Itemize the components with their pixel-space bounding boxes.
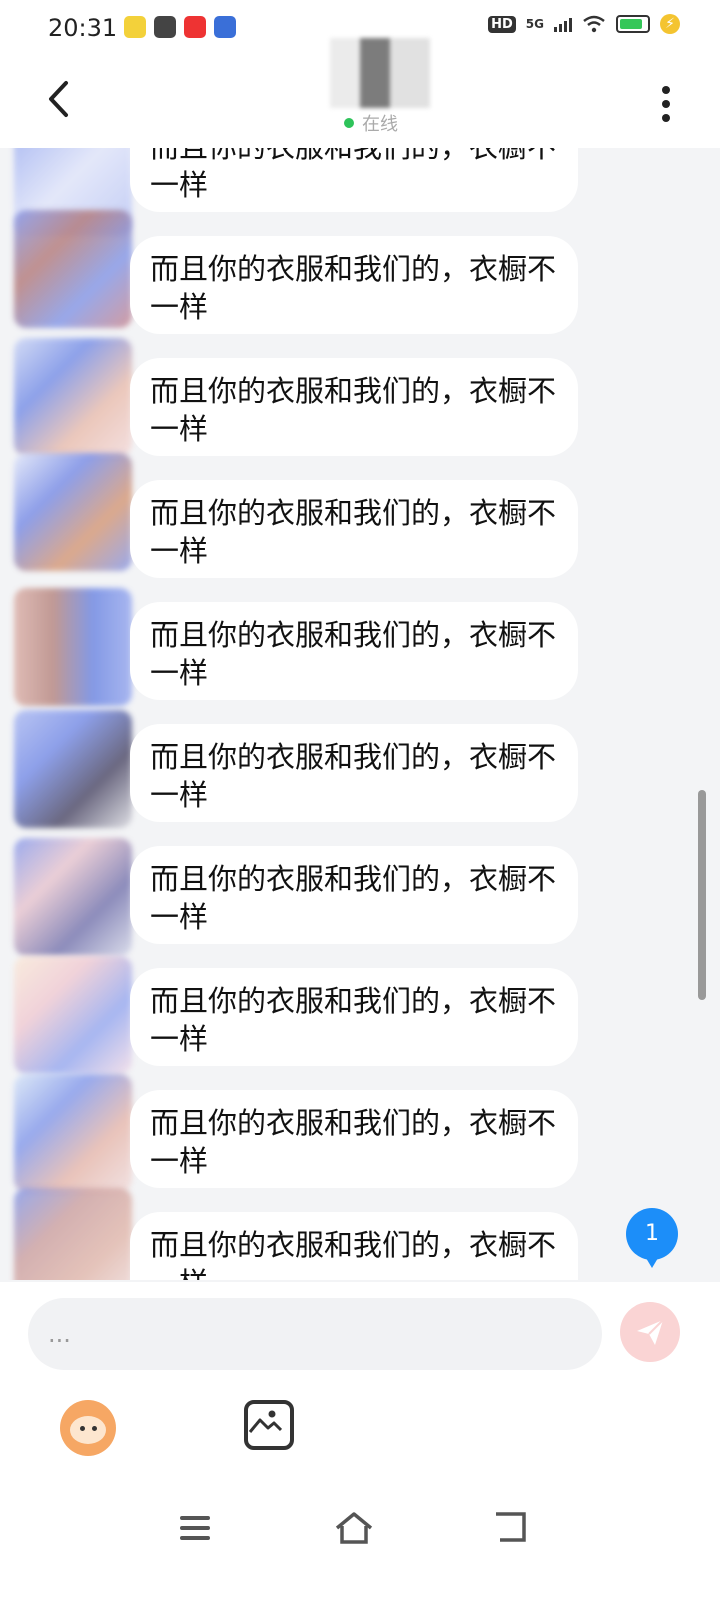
online-dot — [344, 118, 354, 128]
more-vertical-icon[interactable] — [662, 86, 672, 128]
notification-icon-1 — [124, 16, 146, 38]
scrollbar[interactable] — [698, 790, 706, 1000]
message-text: 而且你的衣服和我们的，衣橱不一样 — [150, 252, 557, 324]
message-bubble[interactable]: 而且你的衣服和我们的，衣橱不一样 — [130, 724, 578, 822]
composer — [0, 1282, 720, 1482]
charging-icon: ⚡ — [660, 14, 680, 34]
message-text: 而且你的衣服和我们的，衣橱不一样 — [150, 984, 557, 1056]
message-text: 而且你的衣服和我们的，衣橱不一样 — [150, 374, 557, 446]
avatar[interactable] — [14, 838, 132, 956]
avatar[interactable] — [14, 453, 132, 571]
avatar[interactable] — [14, 1188, 132, 1280]
back-nav-icon[interactable] — [492, 1510, 532, 1550]
back-arrow-icon[interactable] — [46, 80, 70, 125]
menu-icon[interactable] — [180, 1510, 220, 1550]
signal-icon — [554, 16, 572, 32]
presence-label: 在线 — [362, 114, 398, 135]
message-text: 而且你的衣服和我们的，衣橱不一样 — [150, 496, 557, 568]
chat-header: 在线 — [0, 38, 720, 148]
notification-icon-3 — [184, 16, 206, 38]
send-icon — [637, 1319, 664, 1345]
message-bubble[interactable]: 而且你的衣服和我们的，衣橱不一样 — [130, 602, 578, 700]
emoji-icon[interactable] — [60, 1400, 116, 1456]
message-bubble[interactable]: 而且你的衣服和我们的，衣橱不一样 — [130, 1090, 578, 1188]
battery-icon — [616, 15, 650, 33]
avatar[interactable] — [14, 956, 132, 1074]
message-bubble[interactable]: 而且你的衣服和我们的，衣橱不一样 — [130, 846, 578, 944]
notification-icon-2 — [154, 16, 176, 38]
presence-indicator: 在线 — [344, 110, 398, 136]
home-icon[interactable] — [334, 1510, 374, 1550]
send-button[interactable] — [620, 1302, 680, 1362]
wifi-icon — [583, 15, 605, 33]
hd-icon: HD — [488, 15, 516, 33]
message-list[interactable]: 而且你的衣服和我们的，衣橱不一样 而且你的衣服和我们的，衣橱不一样 而且你的衣服… — [0, 148, 720, 1280]
avatar[interactable] — [14, 588, 132, 706]
message-bubble[interactable]: 而且你的衣服和我们的，衣橱不一样 — [130, 236, 578, 334]
message-text: 而且你的衣服和我们的，衣橱不一样 — [150, 740, 557, 812]
unread-badge[interactable]: 1 — [626, 1208, 678, 1268]
message-bubble[interactable]: 而且你的衣服和我们的，衣橱不一样 — [130, 148, 578, 212]
avatar[interactable] — [14, 338, 132, 456]
clock: 20:31 — [48, 14, 118, 42]
message-bubble[interactable]: 而且你的衣服和我们的，衣橱不一样 — [130, 480, 578, 578]
image-icon[interactable] — [244, 1400, 294, 1450]
message-bubble[interactable]: 而且你的衣服和我们的，衣橱不一样 — [130, 1212, 578, 1280]
message-text: 而且你的衣服和我们的，衣橱不一样 — [150, 1106, 557, 1178]
message-input[interactable] — [28, 1298, 602, 1370]
notification-icon-4 — [214, 16, 236, 38]
contact-name-blurred — [330, 38, 430, 108]
message-text: 而且你的衣服和我们的，衣橱不一样 — [150, 148, 556, 202]
message-text: 而且你的衣服和我们的，衣橱不一样 — [150, 618, 557, 690]
network-label: 5G — [525, 17, 544, 31]
message-bubble[interactable]: 而且你的衣服和我们的，衣橱不一样 — [130, 358, 578, 456]
avatar[interactable] — [14, 1074, 132, 1192]
avatar[interactable] — [14, 210, 132, 328]
message-bubble[interactable]: 而且你的衣服和我们的，衣橱不一样 — [130, 968, 578, 1066]
avatar[interactable] — [14, 710, 132, 828]
system-nav-bar — [0, 1482, 720, 1600]
message-text: 而且你的衣服和我们的，衣橱不一样 — [150, 1228, 557, 1280]
message-text: 而且你的衣服和我们的，衣橱不一样 — [150, 862, 557, 934]
